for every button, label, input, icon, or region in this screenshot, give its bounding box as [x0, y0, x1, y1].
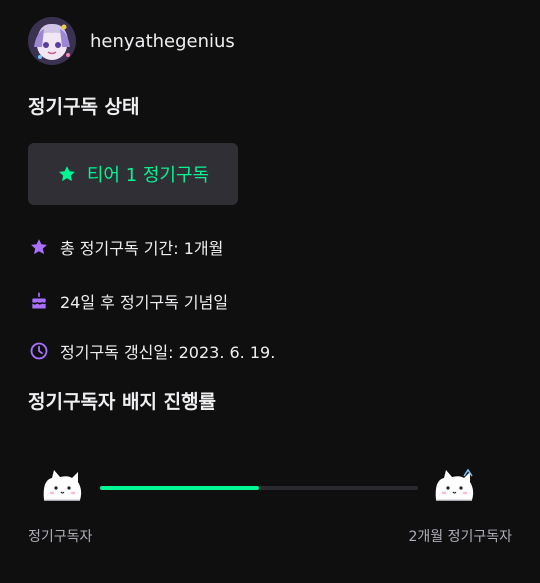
user-header: henyathegenius: [28, 17, 235, 65]
tier-subscription-button[interactable]: 티어 1 정기구독: [28, 143, 238, 205]
cake-icon: [28, 290, 50, 312]
star-icon: [28, 236, 50, 258]
cat-icon: [40, 466, 84, 506]
total-duration-text: 총 정기구독 기간: 1개월: [60, 239, 224, 258]
renewal-row: 정기구독 갱신일: 2023. 6. 19.: [28, 339, 275, 363]
anniversary-row: 24일 후 정기구독 기념일: [28, 289, 228, 313]
progress-fill: [100, 486, 259, 490]
cat-icon: [432, 466, 476, 506]
badge-progress-title: 정기구독자 배지 진행률: [28, 391, 217, 413]
avatar[interactable]: [28, 17, 76, 65]
subscription-status-title: 정기구독 상태: [28, 96, 140, 118]
total-duration-row: 총 정기구독 기간: 1개월: [28, 235, 223, 259]
renewal-text: 정기구독 갱신일: 2023. 6. 19.: [60, 343, 276, 362]
anniversary-text: 24일 후 정기구독 기념일: [60, 293, 229, 312]
clock-icon: [28, 340, 50, 362]
tier-label: 티어 1 정기구독: [86, 165, 210, 186]
badge-progress-area: 정기구독자 2개월 정기구독자: [0, 460, 540, 550]
username[interactable]: henyathegenius: [90, 31, 235, 52]
star-icon: [57, 164, 77, 184]
badge-end-label: 2개월 정기구독자: [408, 529, 512, 545]
badge-start-label: 정기구독자: [28, 529, 93, 545]
progress-track: [100, 486, 418, 490]
